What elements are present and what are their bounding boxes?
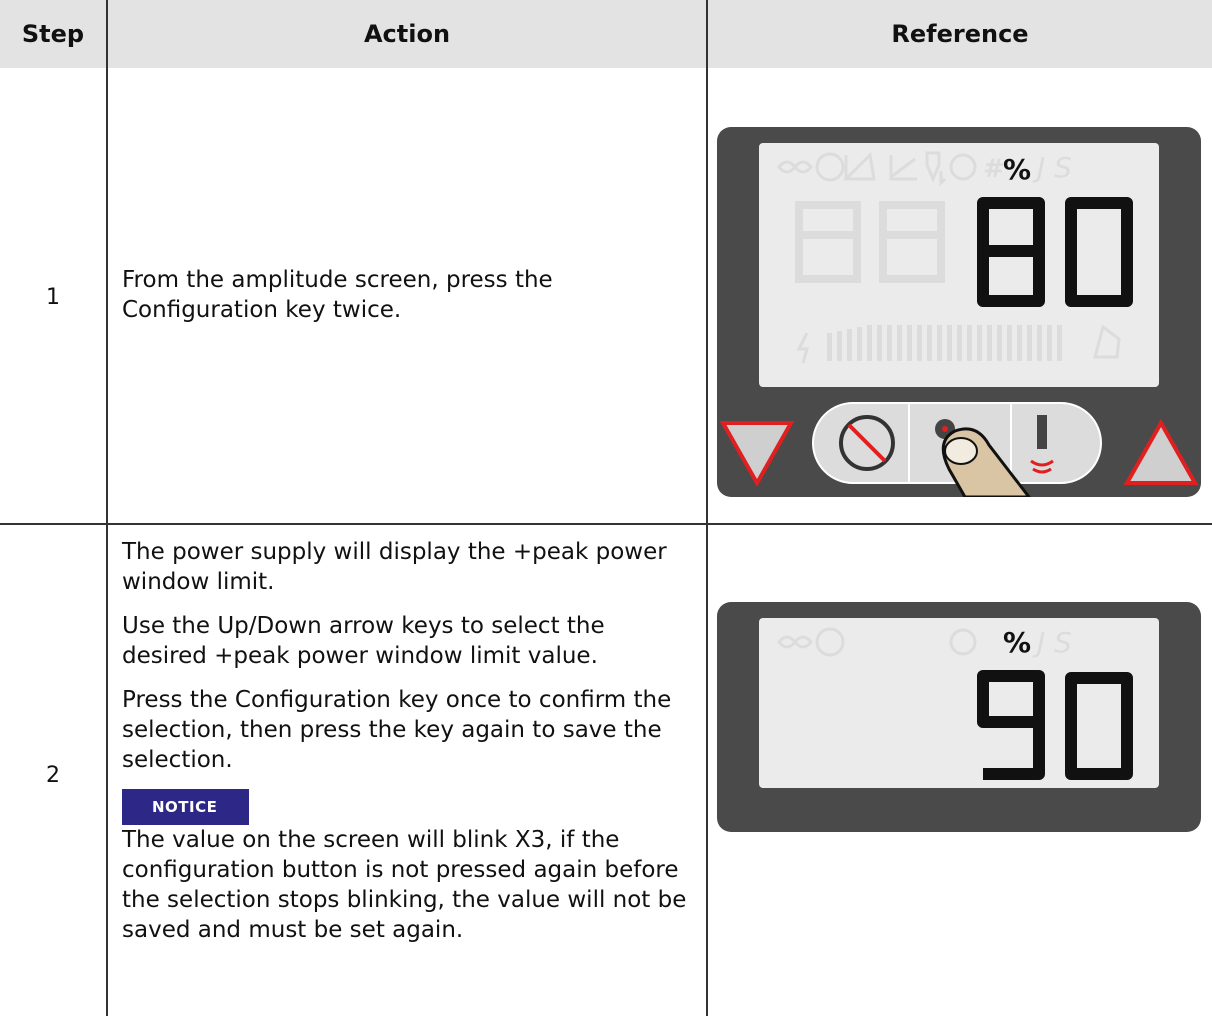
percent-unit: %	[1003, 153, 1031, 186]
device-display-90: % J S	[717, 602, 1201, 832]
action-text: The power supply will display the +peak …	[122, 537, 692, 959]
action-paragraph: The power supply will display the +peak …	[122, 539, 667, 595]
horn-icon	[1037, 415, 1047, 449]
percent-unit: %	[1003, 626, 1031, 659]
column-divider	[106, 0, 108, 1016]
header-action: Action	[363, 20, 451, 48]
action-paragraph: Use the Up/Down arrow keys to select the…	[122, 613, 605, 669]
lcd-screen	[759, 618, 1159, 788]
step-number: 1	[46, 285, 60, 310]
notice-badge: NOTICE	[122, 789, 250, 825]
header-step: Step	[21, 20, 85, 48]
column-divider	[706, 0, 708, 1016]
action-paragraph: From the amplitude screen, press the Con…	[122, 267, 553, 323]
header-reference: Reference	[891, 20, 1029, 48]
device-display-80: # % J S	[717, 127, 1201, 497]
action-paragraph: Press the Configuration key once to conf…	[122, 687, 672, 773]
hash-icon: #	[983, 154, 1005, 184]
lcd-letters: J S	[1032, 151, 1072, 184]
action-text: From the amplitude screen, press the Con…	[122, 265, 692, 339]
step-number: 2	[46, 763, 60, 788]
lcd-letters: J S	[1032, 626, 1072, 659]
row-divider	[0, 523, 1212, 525]
notice-text: The value on the screen will blink X3, i…	[122, 827, 687, 943]
